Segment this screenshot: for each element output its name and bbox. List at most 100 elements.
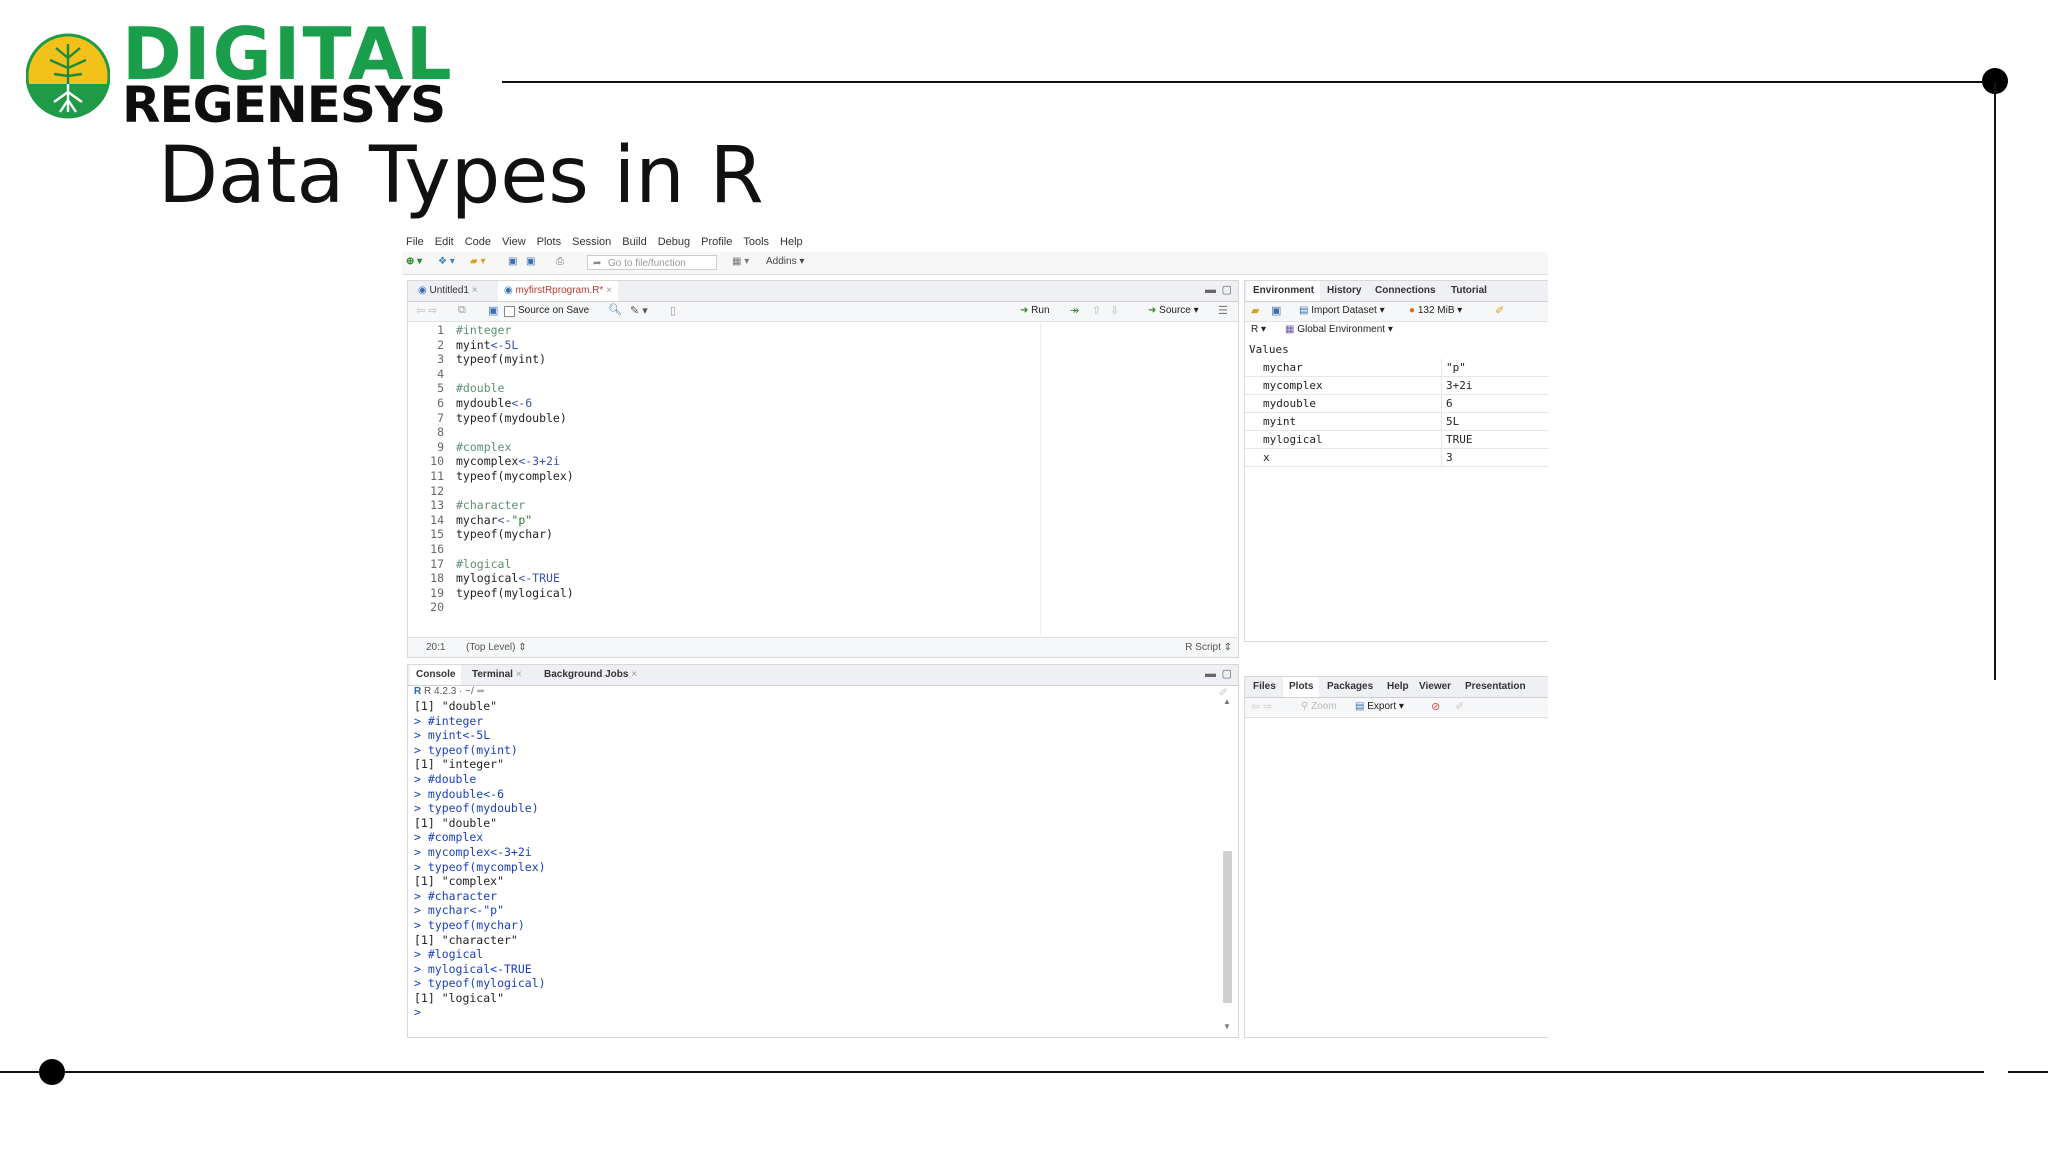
compile-report-icon[interactable]: ▯ — [670, 304, 676, 317]
tab-untitled1[interactable]: ◉ Untitled1 × — [412, 281, 484, 301]
memory-pie-icon: ● — [1409, 305, 1416, 316]
line-number: 11 — [430, 468, 444, 483]
env-row-myint[interactable]: myint 5L — [1245, 413, 1549, 431]
clear-objects-icon[interactable]: ✐ — [1495, 304, 1504, 317]
scope-selector[interactable]: (Top Level) ⇕ — [466, 638, 527, 657]
addins-menu[interactable]: Addins ▾ — [766, 256, 804, 267]
export-icon: ▤ — [1355, 701, 1365, 712]
tab-viewer[interactable]: Viewer — [1413, 677, 1457, 697]
env-var-name: x — [1263, 451, 1270, 464]
r-version: R 4.2.3 · ~/ — [424, 686, 474, 697]
tab-files[interactable]: Files — [1247, 677, 1282, 697]
save-all-icon[interactable]: ▣ — [526, 256, 535, 267]
close-icon[interactable]: × — [516, 669, 522, 680]
show-in-window-icon[interactable]: ⧉ — [458, 304, 466, 317]
env-row-mychar[interactable]: mychar "p" — [1245, 359, 1549, 377]
tab-connections[interactable]: Connections — [1369, 281, 1442, 301]
code-area[interactable]: 1 2 3 4 5 6 7 8 9 10 11 12 13 14 15 16 17 18 19 20 #integer… — [408, 323, 1036, 635]
menu-item-file[interactable]: File — [402, 232, 431, 252]
save-icon[interactable]: ▣ — [488, 304, 498, 317]
console-scrollbar[interactable]: ▲ ▼ — [1222, 697, 1232, 1031]
open-file-icon[interactable]: ▰ ▾ — [470, 256, 486, 267]
close-icon[interactable]: × — [606, 285, 612, 296]
rerun-icon[interactable]: ↠ — [1070, 304, 1079, 317]
menu-item-build[interactable]: Build — [618, 232, 653, 252]
menu-item-plots[interactable]: Plots — [533, 232, 568, 252]
new-file-icon[interactable]: ⊕ ▾ — [406, 256, 422, 267]
menu-item-edit[interactable]: Edit — [431, 232, 461, 252]
menu-item-view[interactable]: View — [498, 232, 533, 252]
scope-dropdown[interactable]: ▦ Global Environment ▾ — [1285, 321, 1393, 339]
scroll-thumb[interactable] — [1223, 851, 1232, 1003]
console-output[interactable]: [1] "double" > #integer > myint<-5L > typeo… — [414, 699, 546, 1020]
menu-item-code[interactable]: Code — [461, 232, 498, 252]
back-icon[interactable]: ⇦ ⇨ — [416, 304, 438, 317]
code-tools-icon[interactable]: ✎ ▾ — [630, 304, 648, 317]
source-button[interactable]: ➜ Source ▾ — [1148, 305, 1199, 316]
line-number: 17 — [430, 556, 444, 571]
scroll-down-icon[interactable]: ▼ — [1223, 1022, 1231, 1031]
clear-plots-icon[interactable]: ✐ — [1455, 700, 1464, 713]
export-button[interactable]: ▤ Export ▾ — [1355, 701, 1404, 712]
menu-item-tools[interactable]: Tools — [739, 232, 776, 252]
scroll-up-icon[interactable]: ▲ — [1223, 697, 1231, 706]
menu-item-debug[interactable]: Debug — [654, 232, 697, 252]
env-row-mycomplex[interactable]: mycomplex 3+2i — [1245, 377, 1549, 395]
tab-environment[interactable]: Environment — [1247, 281, 1321, 301]
logo-emblem — [25, 24, 111, 128]
minimize-icon[interactable]: ▬ — [1205, 668, 1216, 680]
pane-layout-icon[interactable]: ▦ ▾ — [732, 256, 749, 267]
env-row-mydouble[interactable]: mydouble 6 — [1245, 395, 1549, 413]
save-icon[interactable]: ▣ — [508, 256, 517, 267]
line-number: 12 — [430, 483, 444, 498]
tab-history[interactable]: History — [1321, 281, 1367, 301]
goto-file-input[interactable]: ➦ Go to file/function — [587, 255, 717, 270]
environment-toolbar: ▰ ▣ ▤ Import Dataset ▾ ● 132 MiB ▾ ✐ — [1245, 302, 1548, 322]
go-up-icon[interactable]: ⇧ — [1092, 304, 1101, 317]
language-selector[interactable]: R ▾ — [1251, 321, 1266, 339]
tab-packages[interactable]: Packages — [1321, 677, 1379, 697]
minimize-icon[interactable]: ▬ — [1205, 284, 1216, 296]
close-icon[interactable]: × — [472, 285, 478, 296]
menu-item-profile[interactable]: Profile — [697, 232, 739, 252]
menu-item-help[interactable]: Help — [776, 232, 810, 252]
memory-usage[interactable]: ● 132 MiB ▾ — [1409, 305, 1462, 316]
plots-toolbar: ⇦ ⇨ ⚲ Zoom ▤ Export ▾ ⊘ ✐ — [1245, 698, 1548, 718]
run-button[interactable]: ➜ Run — [1020, 305, 1050, 316]
menu-item-session[interactable]: Session — [568, 232, 618, 252]
save-workspace-icon[interactable]: ▣ — [1271, 304, 1281, 317]
tab-presentation[interactable]: Presentation — [1459, 677, 1532, 697]
prev-plot-icon[interactable]: ⇦ ⇨ — [1251, 700, 1273, 713]
environment-tabbar: Environment History Connections Tutorial — [1245, 281, 1548, 302]
env-row-x[interactable]: x3 — [1245, 449, 1549, 467]
new-project-icon[interactable]: ❖ ▾ — [438, 256, 455, 267]
import-dataset-button[interactable]: ▤ Import Dataset ▾ — [1299, 305, 1385, 316]
load-workspace-icon[interactable]: ▰ — [1251, 304, 1259, 317]
close-icon[interactable]: × — [631, 669, 637, 680]
tab-help[interactable]: Help — [1381, 677, 1415, 697]
tab-plots[interactable]: Plots — [1283, 677, 1320, 697]
console-output-line: [1] "double" — [414, 699, 498, 713]
console-output-line: [1] "character" — [414, 932, 518, 947]
go-down-icon[interactable]: ⇩ — [1110, 304, 1119, 317]
print-icon[interactable]: ⎙ — [556, 256, 564, 267]
tab-tutorial[interactable]: Tutorial — [1445, 281, 1493, 301]
tab-console[interactable]: Console — [410, 665, 462, 685]
env-row-mylogical[interactable]: mylogical TRUE — [1245, 431, 1549, 449]
maximize-icon[interactable]: ▢ — [1222, 283, 1232, 296]
tab-background-jobs[interactable]: Background Jobs × — [538, 665, 643, 685]
remove-plot-icon[interactable]: ⊘ — [1431, 700, 1440, 713]
zoom-button[interactable]: ⚲ Zoom — [1301, 701, 1337, 712]
maximize-icon[interactable]: ▢ — [1222, 667, 1232, 680]
source-icon: ➜ — [1148, 305, 1157, 316]
main-toolbar: ⊕ ▾ ❖ ▾ ▰ ▾ ▣ ▣ ⎙ ➦ Go to file/function … — [402, 252, 1548, 275]
tab-terminal[interactable]: Terminal × — [466, 665, 528, 685]
line-number: 19 — [430, 585, 444, 600]
tab-myfirstrprogram[interactable]: ◉ myfirstRprogram.R* × — [498, 281, 618, 301]
go-to-dir-icon[interactable]: ➦ — [477, 686, 485, 697]
file-type-selector[interactable]: R Script ⇕ — [1185, 638, 1232, 657]
outline-icon[interactable]: ☰ — [1218, 304, 1228, 317]
source-on-save-checkbox[interactable] — [504, 306, 515, 317]
search-icon[interactable]: 🔍︎ — [608, 303, 622, 316]
